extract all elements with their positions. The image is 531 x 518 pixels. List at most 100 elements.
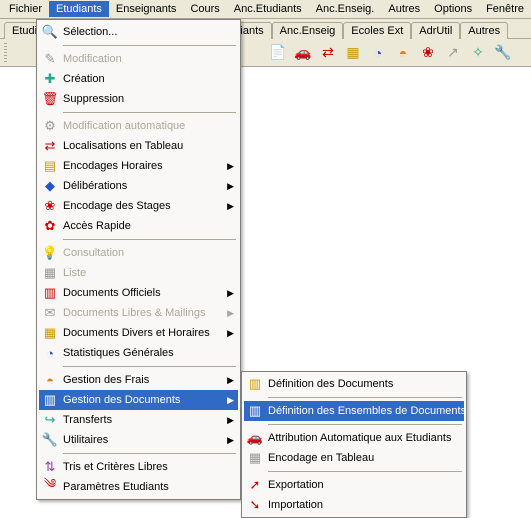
menu-separator	[268, 397, 462, 398]
menu-modification-icon: ✎	[41, 50, 59, 68]
menu-liste-label: Liste	[63, 267, 234, 279]
menu-creation[interactable]: ✚ Création	[39, 69, 238, 89]
menu-gestion-frais-icon: ◓	[41, 371, 59, 389]
menu-separator	[63, 239, 236, 240]
menu-etudiants: 🔍 Sélection... ✎ Modification ✚ Création 🗑Supp…	[36, 19, 241, 500]
menu-modification-label: Modification	[63, 53, 234, 65]
tb-06[interactable]: ◓	[392, 42, 414, 64]
submenu-arrow-icon: ▶	[224, 375, 234, 386]
menu-selection-icon: 🔍	[41, 23, 59, 41]
menu-separator	[63, 112, 236, 113]
tb-09[interactable]: ✧	[467, 42, 489, 64]
tb-10[interactable]: 🔧	[492, 42, 514, 64]
menu-suppression[interactable]: 🗑Suppression	[39, 89, 238, 109]
menu-deliberations[interactable]: ◆Délibérations▶	[39, 176, 238, 196]
tab-ecolesext[interactable]: Ecoles Ext	[343, 22, 411, 39]
menu-selection-label: Sélection...	[63, 26, 234, 38]
menu-docs-officiels-icon: ▥	[41, 284, 59, 302]
toolbar-grip	[4, 43, 7, 63]
menu-encodage-stages[interactable]: ❀Encodage des Stages▶	[39, 196, 238, 216]
menubar-item-fentre[interactable]: Fenêtre	[479, 1, 531, 17]
tb-07[interactable]: ❀	[417, 42, 439, 64]
sub-attribution-auto-icon: 🚗	[246, 429, 264, 447]
sub-exportation[interactable]: ➚ Exportation	[244, 475, 464, 495]
sub-attribution-auto-label: Attribution Automatique aux Etudiants	[268, 432, 460, 444]
menu-creation-icon: ✚	[41, 70, 59, 88]
sub-def-ensembles-icon: ▥	[246, 402, 264, 420]
sub-importation[interactable]: ➘Importation	[244, 495, 464, 515]
tb-05[interactable]: ◔	[367, 42, 389, 64]
tb-03[interactable]: ⇄	[317, 42, 339, 64]
menu-localisations[interactable]: ⇄Localisations en Tableau	[39, 136, 238, 156]
menu-modif-auto-icon: ⚙	[41, 117, 59, 135]
sub-attribution-auto[interactable]: 🚗 Attribution Automatique aux Etudiants	[244, 428, 464, 448]
menu-consultation-label: Consultation	[63, 247, 234, 259]
tab-autres[interactable]: Autres	[460, 22, 508, 39]
menu-modification: ✎ Modification	[39, 49, 238, 69]
menu-gestion-documents[interactable]: ▥Gestion des Documents▶	[39, 390, 238, 410]
sub-encodage-tableau-label: Encodage en Tableau	[268, 452, 460, 464]
sub-encodage-tableau[interactable]: ▦Encodage en Tableau	[244, 448, 464, 468]
menu-suppression-label: Suppression	[63, 93, 234, 105]
menu-acces-rapide[interactable]: ✿Accès Rapide	[39, 216, 238, 236]
menubar-item-cours[interactable]: Cours	[183, 1, 226, 17]
submenu-arrow-icon: ▶	[224, 435, 234, 446]
menu-docs-divers-label: Documents Divers et Horaires	[63, 327, 224, 339]
menu-docs-libres-icon: ✉	[41, 304, 59, 322]
menubar-item-options[interactable]: Options	[427, 1, 479, 17]
menu-parametres-etudiants[interactable]: ༄Paramètres Etudiants	[39, 477, 238, 497]
menubar-item-enseignants[interactable]: Enseignants	[109, 1, 184, 17]
menu-parametres-etudiants-icon: ༄	[41, 478, 59, 496]
sub-importation-icon: ➘	[246, 496, 264, 514]
menu-tris-criteres-label: Tris et Critères Libres	[63, 461, 234, 473]
menu-liste-icon: ▦	[41, 264, 59, 282]
menu-transferts-icon: ↪	[41, 411, 59, 429]
menu-transferts-label: Transferts	[63, 414, 224, 426]
tb-08[interactable]: ↗	[442, 42, 464, 64]
menu-acces-rapide-label: Accès Rapide	[63, 220, 234, 232]
menu-encodages-horaires-icon: ▤	[41, 157, 59, 175]
menu-docs-divers-icon: ▦	[41, 324, 59, 342]
menu-deliberations-label: Délibérations	[63, 180, 224, 192]
menu-utilitaires-label: Utilitaires	[63, 434, 224, 446]
tb-01[interactable]: 📄	[267, 42, 289, 64]
sub-exportation-icon: ➚	[246, 476, 264, 494]
menubar-item-autres[interactable]: Autres	[381, 1, 427, 17]
tb-02[interactable]: 🚗	[292, 42, 314, 64]
menubar-item-ancetudiants[interactable]: Anc.Etudiants	[227, 1, 309, 17]
menu-docs-officiels-label: Documents Officiels	[63, 287, 224, 299]
menu-modif-auto-label: Modification automatique	[63, 120, 234, 132]
submenu-arrow-icon: ▶	[224, 328, 234, 339]
menu-consultation: 💡Consultation	[39, 243, 238, 263]
menu-selection[interactable]: 🔍 Sélection...	[39, 22, 238, 42]
menu-docs-divers[interactable]: ▦ Documents Divers et Horaires▶	[39, 323, 238, 343]
sub-def-ensembles[interactable]: ▥Définition des Ensembles de Documents	[244, 401, 464, 421]
tab-adrutil[interactable]: AdrUtil	[411, 22, 460, 39]
menubar-item-fichier[interactable]: Fichier	[2, 1, 49, 17]
submenu-arrow-icon: ▶	[224, 288, 234, 299]
menu-separator	[63, 366, 236, 367]
menu-separator	[63, 45, 236, 46]
sub-def-documents-icon: ▥	[246, 375, 264, 393]
menu-utilitaires[interactable]: 🔧Utilitaires▶	[39, 430, 238, 450]
sub-def-documents[interactable]: ▥Définition des Documents	[244, 374, 464, 394]
menubar-item-ancenseig[interactable]: Anc.Enseig.	[309, 1, 382, 17]
menu-tris-criteres[interactable]: ⇅Tris et Critères Libres	[39, 457, 238, 477]
menu-gestion-documents-label: Gestion des Documents	[63, 394, 224, 406]
submenu-arrow-icon: ▶	[224, 395, 234, 406]
tb-04[interactable]: ▦	[342, 42, 364, 64]
menu-gestion-frais[interactable]: ◓Gestion des Frais▶	[39, 370, 238, 390]
menu-encodages-horaires[interactable]: ▤ Encodages Horaires▶	[39, 156, 238, 176]
menu-separator	[268, 471, 462, 472]
submenu-arrow-icon: ▶	[224, 181, 234, 192]
menu-encodage-stages-icon: ❀	[41, 197, 59, 215]
sub-exportation-label: Exportation	[268, 479, 460, 491]
menu-creation-label: Création	[63, 73, 234, 85]
menu-encodages-horaires-label: Encodages Horaires	[63, 160, 224, 172]
menu-transferts[interactable]: ↪Transferts▶	[39, 410, 238, 430]
tab-ancenseig[interactable]: Anc.Enseig	[272, 22, 344, 39]
menubar-item-etudiants[interactable]: Etudiants	[49, 1, 109, 17]
menu-stats[interactable]: ◔Statistiques Générales	[39, 343, 238, 363]
menu-docs-officiels[interactable]: ▥ Documents Officiels▶	[39, 283, 238, 303]
submenu-arrow-icon: ▶	[224, 161, 234, 172]
